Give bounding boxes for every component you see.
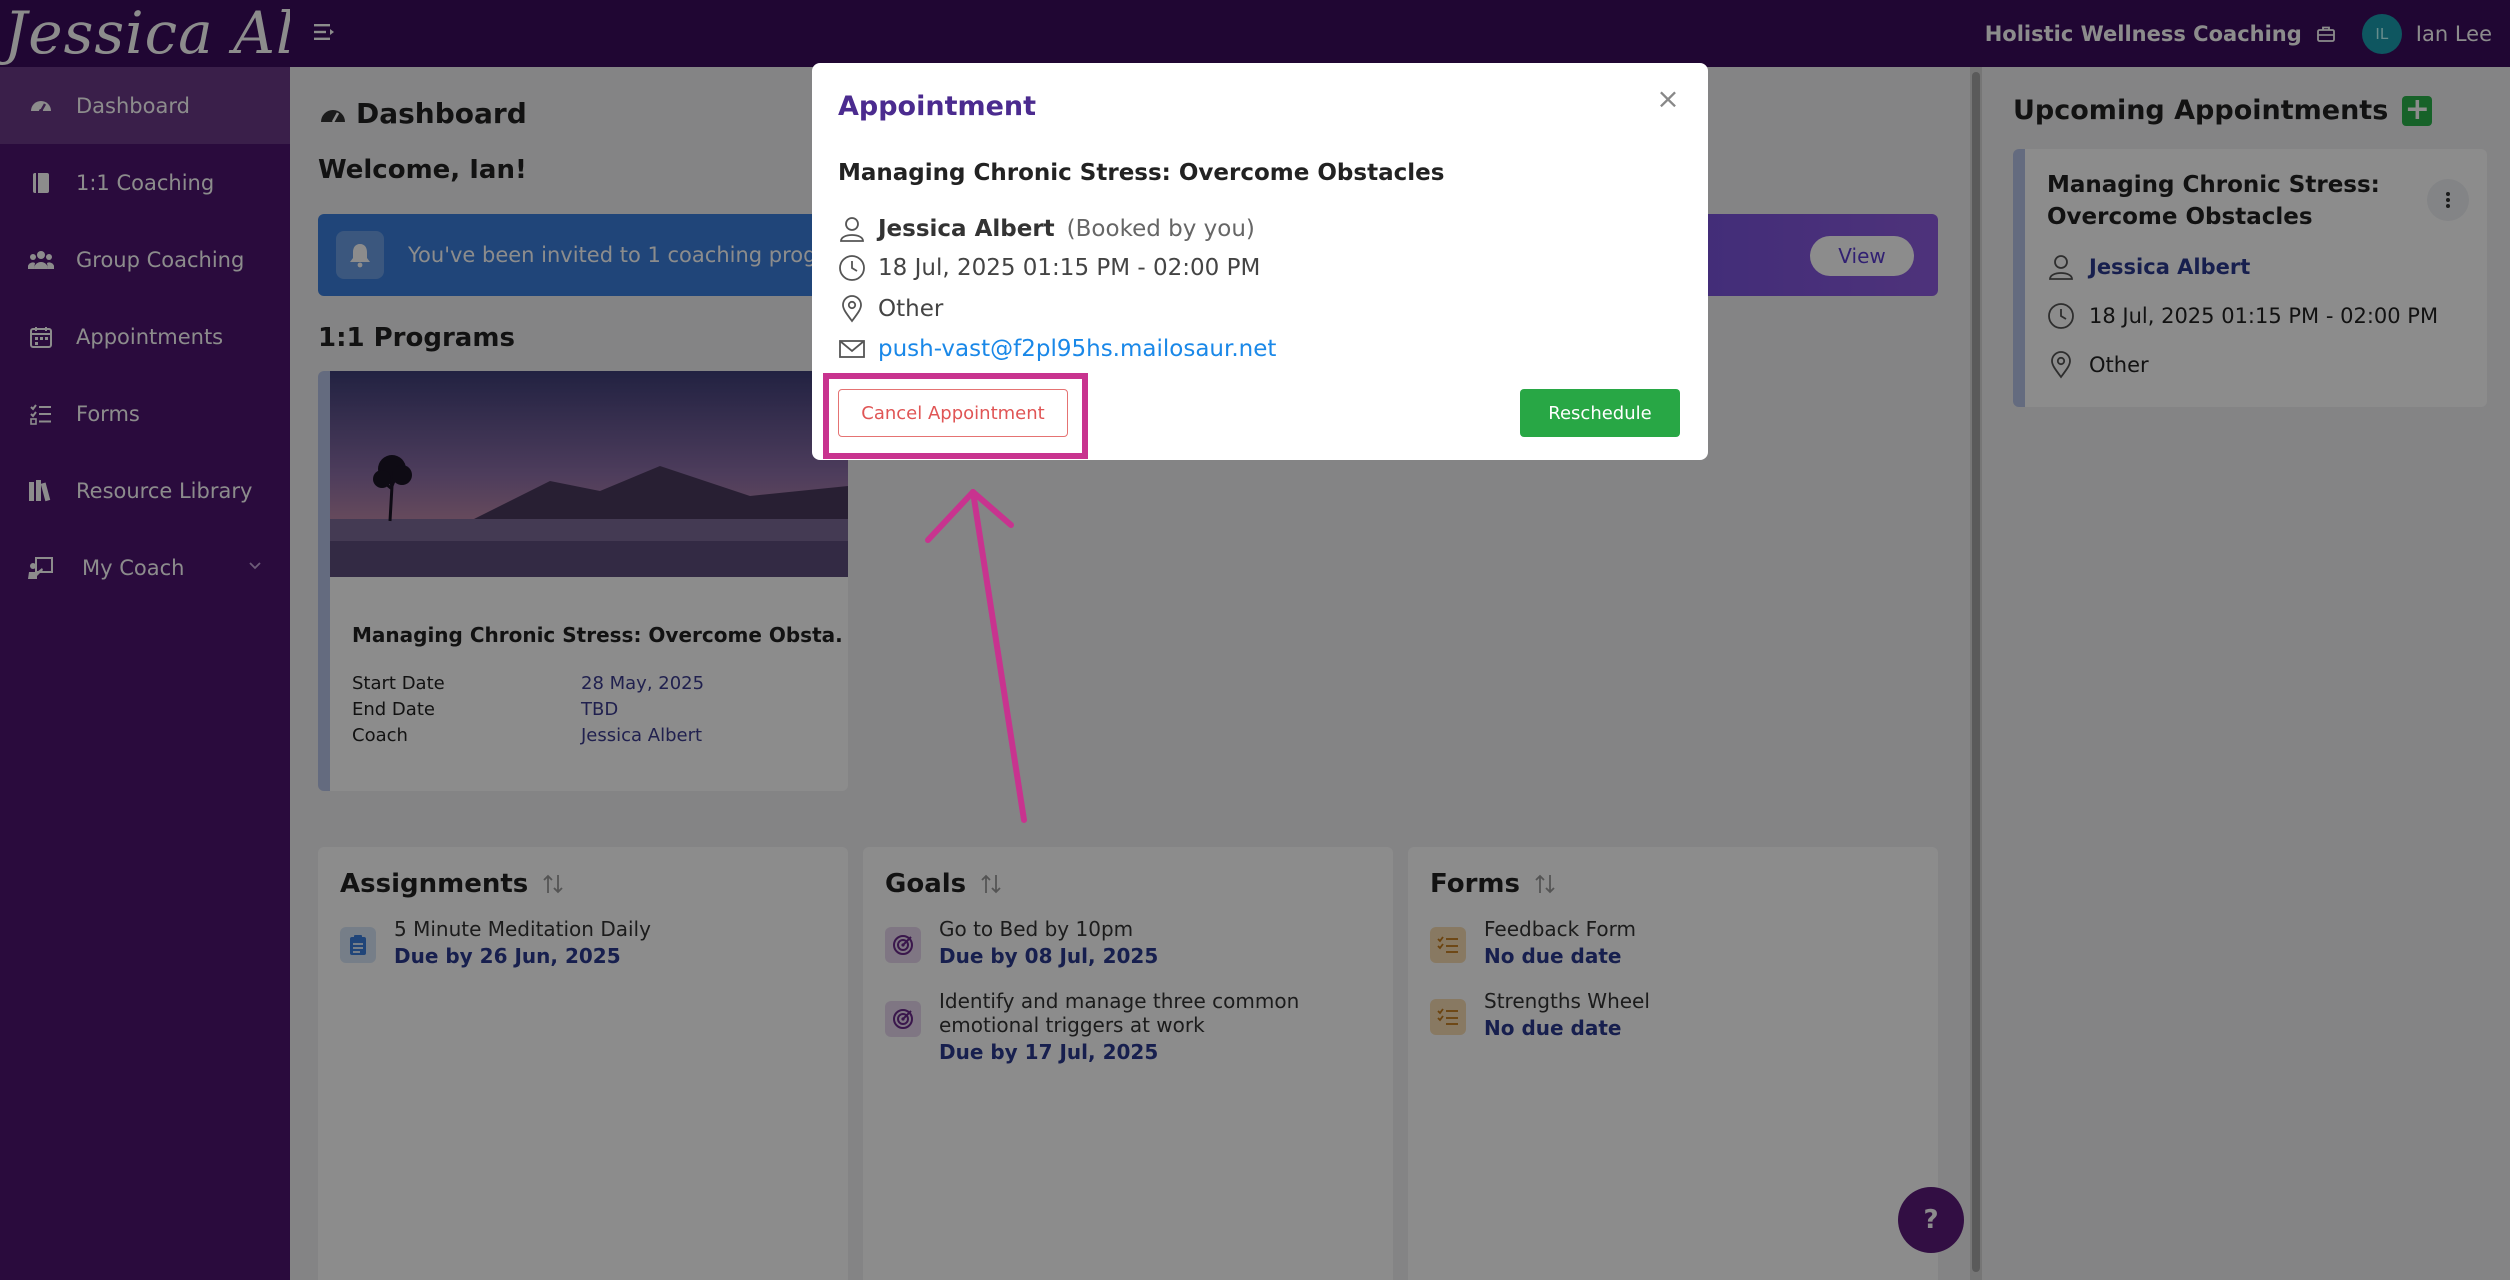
modal-email-link[interactable]: push-vast@f2pl95hs.mailosaur.net bbox=[878, 336, 1276, 362]
reschedule-button[interactable]: Reschedule bbox=[1520, 389, 1680, 437]
appointment-modal: Appointment × Managing Chronic Stress: O… bbox=[812, 63, 1708, 460]
modal-location-row: Other bbox=[838, 295, 943, 323]
location-pin-icon bbox=[842, 295, 862, 323]
envelope-icon bbox=[839, 340, 865, 358]
modal-email-row: push-vast@f2pl95hs.mailosaur.net bbox=[838, 336, 1276, 362]
clock-icon bbox=[839, 255, 865, 281]
close-icon[interactable]: × bbox=[1656, 85, 1680, 113]
user-icon bbox=[840, 217, 864, 242]
modal-title: Appointment bbox=[838, 91, 1037, 122]
modal-coach-row: Jessica Albert (Booked by you) bbox=[838, 215, 1255, 243]
modal-time-row: 18 Jul, 2025 01:15 PM - 02:00 PM bbox=[838, 254, 1260, 282]
modal-location: Other bbox=[878, 296, 944, 322]
modal-booked-note: (Booked by you) bbox=[1066, 216, 1255, 242]
modal-coach: Jessica Albert bbox=[878, 216, 1055, 242]
modal-appointment-title: Managing Chronic Stress: Overcome Obstac… bbox=[838, 160, 1445, 186]
modal-time: 18 Jul, 2025 01:15 PM - 02:00 PM bbox=[878, 255, 1261, 281]
cancel-appointment-button[interactable]: Cancel Appointment bbox=[838, 389, 1068, 437]
